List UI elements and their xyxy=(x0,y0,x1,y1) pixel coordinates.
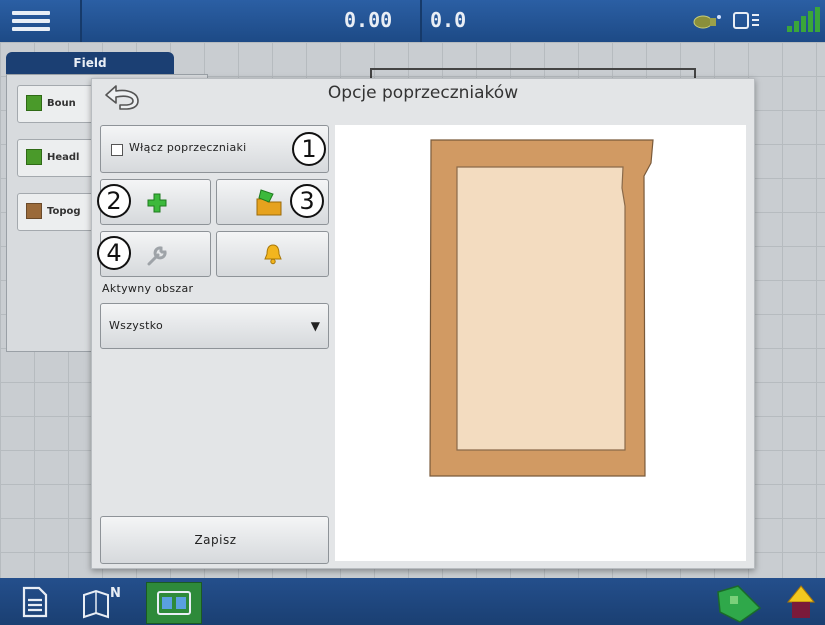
speed-readout: 0.00 xyxy=(344,8,393,32)
field-interior-shape xyxy=(456,166,626,451)
field-item-topography[interactable]: Topog xyxy=(17,193,99,231)
folder-icon xyxy=(256,189,282,216)
green-field-icon[interactable] xyxy=(716,582,762,624)
split-view-icon xyxy=(157,591,191,615)
split-view-button[interactable] xyxy=(146,582,202,624)
options-column: Włącz poprzeczniaki 1 2 3 4 Aktywny obsz… xyxy=(97,125,330,567)
alarm-button[interactable] xyxy=(216,231,329,277)
field-tab[interactable]: Field xyxy=(6,52,174,74)
callout-2: 2 xyxy=(97,184,131,218)
enable-waterways-label: Włącz poprzeczniaki xyxy=(129,141,247,154)
field-item-headland[interactable]: Headl xyxy=(17,139,99,177)
menu-icon[interactable] xyxy=(12,8,50,34)
callout-1: 1 xyxy=(292,132,326,166)
top-divider xyxy=(80,0,82,42)
display-icon[interactable] xyxy=(733,11,763,31)
bottom-bar: N xyxy=(0,578,825,625)
top-bar: 0.00 0.0 xyxy=(0,0,825,42)
headland-icon xyxy=(26,149,42,165)
active-area-value: Wszystko xyxy=(109,319,164,332)
warning-up-icon[interactable] xyxy=(786,584,816,620)
gps-icon[interactable] xyxy=(692,11,722,31)
field-item-boundary[interactable]: Boun xyxy=(17,85,99,123)
bell-icon xyxy=(264,244,282,265)
dropdown-arrow-icon: ▼ xyxy=(310,319,320,333)
field-preview-drawing xyxy=(429,139,654,477)
active-area-select[interactable]: Wszystko ▼ xyxy=(100,303,329,349)
field-item-label: Boun xyxy=(47,98,76,109)
signal-icon[interactable] xyxy=(785,6,821,36)
save-label: Zapisz xyxy=(194,533,237,547)
topography-icon xyxy=(26,203,42,219)
waterway-options-dialog: Opcje poprzeczniaków Włącz poprzeczniaki… xyxy=(91,78,755,569)
callout-4: 4 xyxy=(97,236,131,270)
svg-text:N: N xyxy=(110,586,121,601)
map-north-icon[interactable]: N xyxy=(82,583,122,619)
boundary-icon xyxy=(26,95,42,111)
save-button[interactable]: Zapisz xyxy=(100,516,329,564)
heading-readout: 0.0 xyxy=(430,8,467,32)
field-item-label: Topog xyxy=(47,206,81,217)
document-icon[interactable] xyxy=(22,586,48,618)
callout-3: 3 xyxy=(290,184,324,218)
field-item-label: Headl xyxy=(47,152,80,163)
dialog-title: Opcje poprzeczniaków xyxy=(327,83,519,103)
field-preview xyxy=(335,125,746,561)
wrench-icon xyxy=(147,246,167,266)
top-divider xyxy=(420,0,422,42)
active-area-label: Aktywny obszar xyxy=(102,282,194,295)
checkbox-icon[interactable] xyxy=(111,144,123,156)
add-plus-icon xyxy=(147,193,167,213)
